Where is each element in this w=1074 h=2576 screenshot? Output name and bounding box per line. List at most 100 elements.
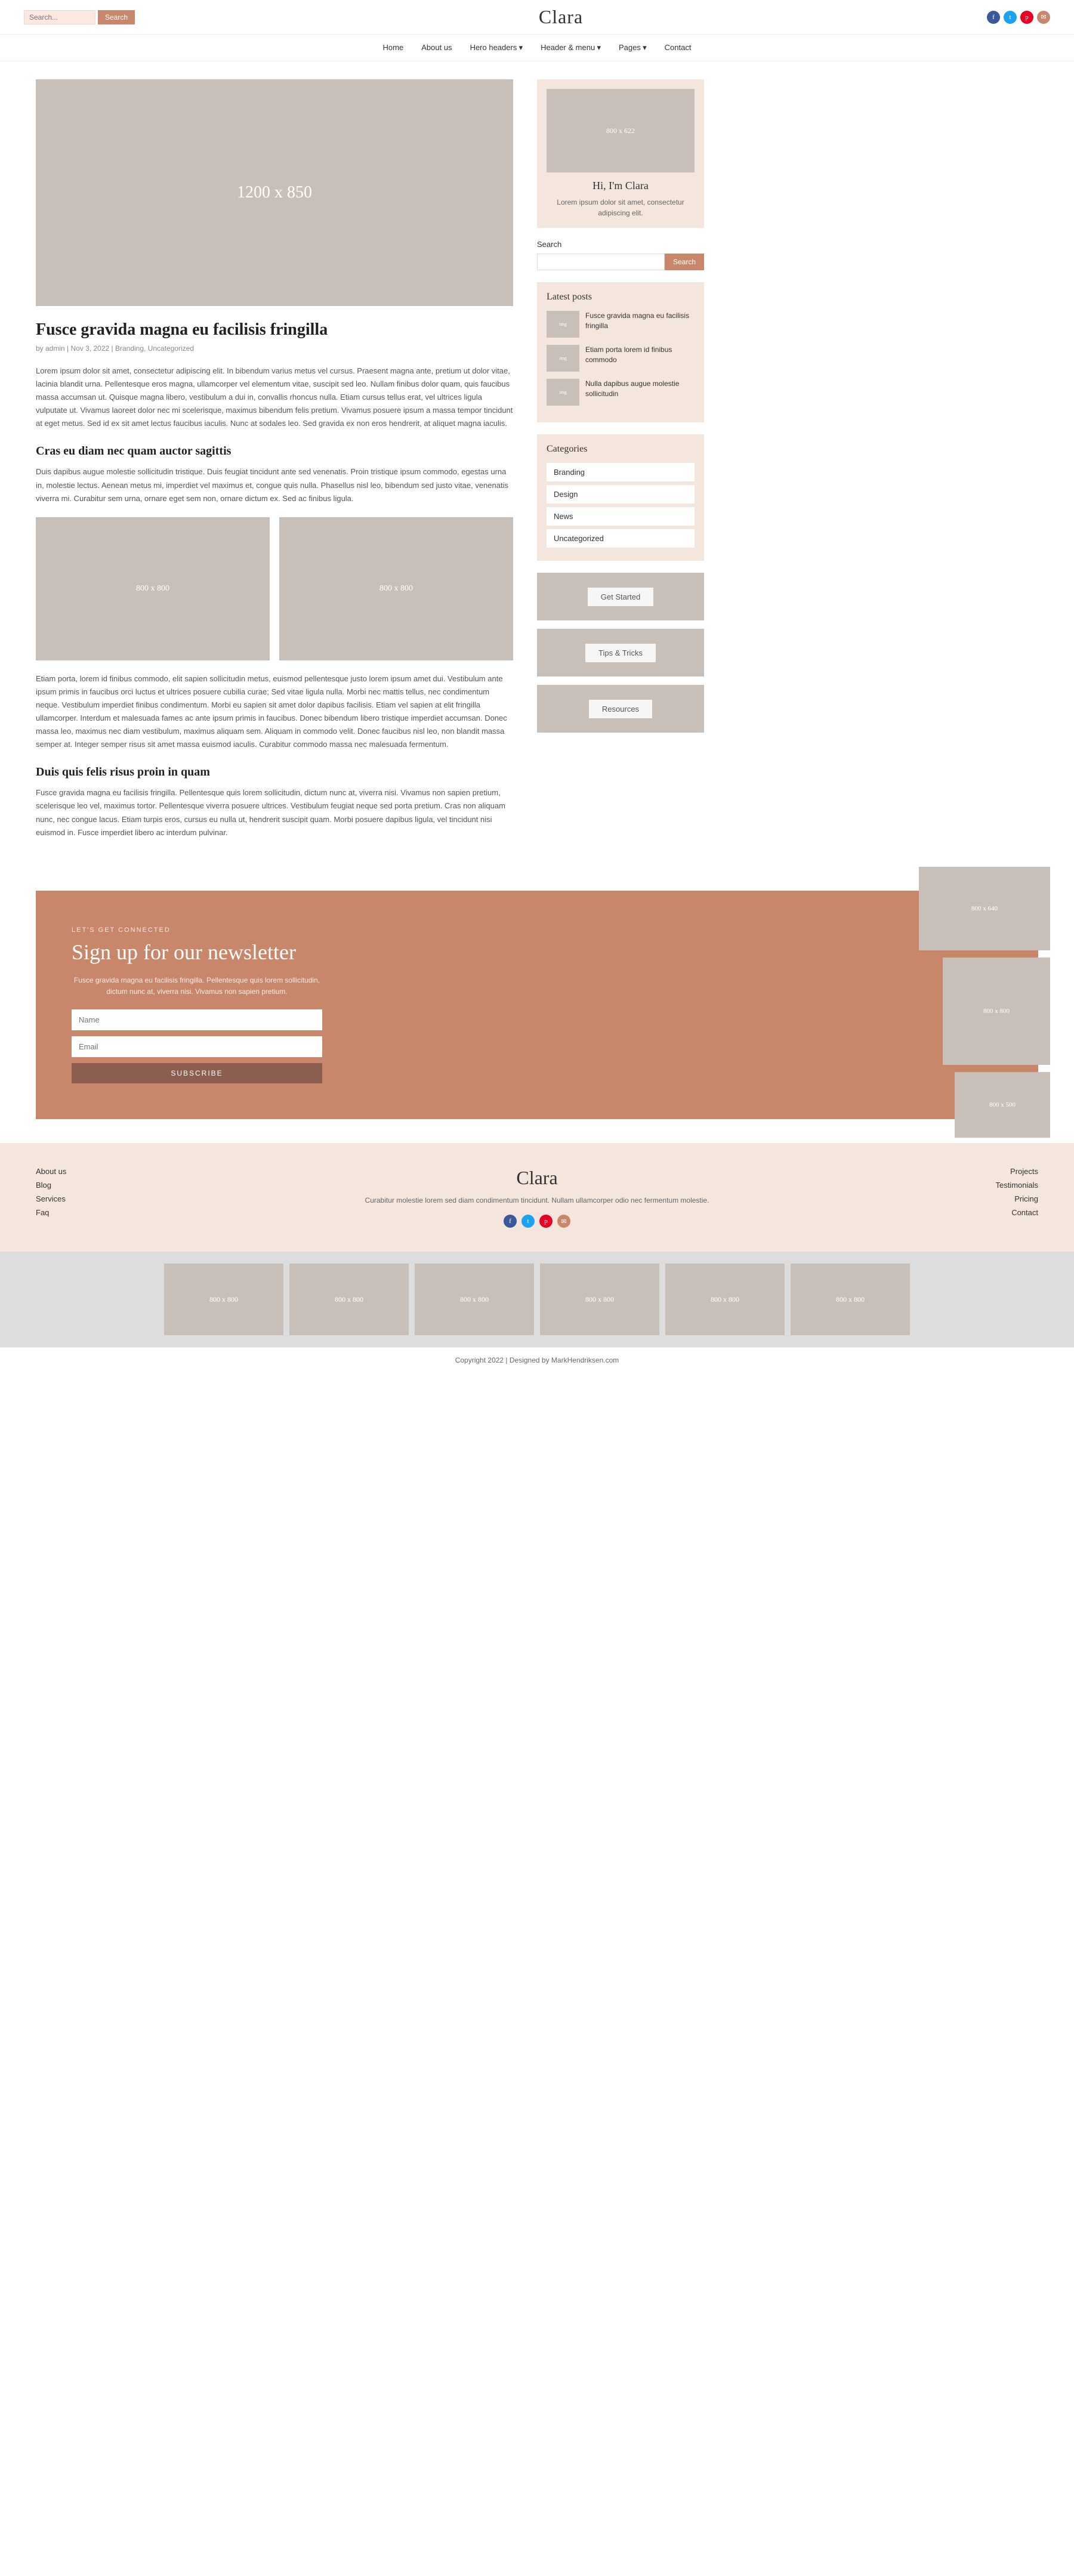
article-title: Fusce gravida magna eu facilisis fringil… bbox=[36, 320, 513, 339]
header-search-form: Search bbox=[24, 10, 135, 24]
post-thumb-1: img bbox=[547, 311, 579, 338]
facebook-icon[interactable]: f bbox=[987, 11, 1000, 24]
article-image-2: 800 x 800 bbox=[279, 517, 513, 660]
footer-email-icon[interactable]: ✉ bbox=[557, 1215, 570, 1228]
gallery-item-2: 800 x 800 bbox=[289, 1264, 409, 1335]
nav-about[interactable]: About us bbox=[421, 43, 452, 52]
main-content: 1200 x 850 Fusce gravida magna eu facili… bbox=[36, 79, 513, 849]
footer-social-icons: f t p ✉ bbox=[131, 1215, 943, 1228]
site-logo[interactable]: Clara bbox=[539, 6, 583, 28]
footer-right-links: Projects Testimonials Pricing Contact bbox=[967, 1167, 1038, 1222]
newsletter-submit-button[interactable]: SUBSCRIBE bbox=[72, 1063, 322, 1083]
article-images: 800 x 800 800 x 800 bbox=[36, 517, 513, 660]
pinterest-icon[interactable]: p bbox=[1020, 11, 1033, 24]
newsletter-desc: Fusce gravida magna eu facilisis fringil… bbox=[72, 975, 322, 997]
gallery-item-4: 800 x 800 bbox=[540, 1264, 659, 1335]
footer-left-links: About us Blog Services Faq bbox=[36, 1167, 107, 1222]
tips-tricks-button[interactable]: Tips & Tricks bbox=[585, 644, 656, 662]
footer-facebook-icon[interactable]: f bbox=[504, 1215, 517, 1228]
sidebar-cta-get-started: Get Started bbox=[537, 573, 704, 620]
get-started-button[interactable]: Get Started bbox=[588, 588, 653, 606]
article-para-4: Fusce gravida magna eu facilisis fringil… bbox=[36, 786, 513, 839]
footer-link-testimonials[interactable]: Testimonials bbox=[967, 1181, 1038, 1190]
category-design[interactable]: Design bbox=[547, 485, 695, 504]
footer-link-blog[interactable]: Blog bbox=[36, 1181, 107, 1190]
newsletter-image-3: 800 x 500 bbox=[955, 1072, 1050, 1138]
latest-posts-section: Latest posts img Fusce gravida magna eu … bbox=[537, 282, 704, 422]
newsletter-section: LET'S GET CONNECTED Sign up for our news… bbox=[36, 891, 1038, 1120]
article-para-2: Duis dapibus augue molestie sollicitudin… bbox=[36, 465, 513, 505]
article-body: Lorem ipsum dolor sit amet, consectetur … bbox=[36, 365, 513, 839]
footer-link-about[interactable]: About us bbox=[36, 1167, 107, 1176]
header-search-button[interactable]: Search bbox=[98, 10, 135, 24]
post-thumb-3: img bbox=[547, 379, 579, 406]
article-image-1: 800 x 800 bbox=[36, 517, 270, 660]
newsletter-email-input[interactable] bbox=[72, 1036, 322, 1057]
article-heading-2: Cras eu diam nec quam auctor sagittis bbox=[36, 444, 513, 458]
footer-link-contact[interactable]: Contact bbox=[967, 1208, 1038, 1217]
nav-hero-headers[interactable]: Hero headers ▾ bbox=[470, 43, 523, 52]
category-uncategorized[interactable]: Uncategorized bbox=[547, 529, 695, 548]
newsletter-tag: LET'S GET CONNECTED bbox=[72, 926, 322, 934]
gallery-item-3: 800 x 800 bbox=[415, 1264, 534, 1335]
sidebar-search-input[interactable] bbox=[537, 254, 665, 270]
footer-pinterest-icon[interactable]: p bbox=[539, 1215, 553, 1228]
article-para-3: Etiam porta, lorem id finibus commodo, e… bbox=[36, 672, 513, 752]
nav-header-menu[interactable]: Header & menu ▾ bbox=[541, 43, 601, 52]
post-title-2[interactable]: Etiam porta lorem id finibus commodo bbox=[585, 345, 695, 365]
latest-posts-title: Latest posts bbox=[547, 292, 695, 302]
hero-image: 1200 x 850 bbox=[36, 79, 513, 306]
newsletter-image-2: 800 x 800 bbox=[943, 957, 1050, 1065]
post-thumb-2: img bbox=[547, 345, 579, 372]
sidebar: 800 x 622 Hi, I'm Clara Lorem ipsum dolo… bbox=[537, 79, 704, 741]
profile-image: 800 x 622 bbox=[547, 89, 695, 172]
newsletter-wrapper: LET'S GET CONNECTED Sign up for our news… bbox=[36, 891, 1038, 1120]
footer-link-faq[interactable]: Faq bbox=[36, 1208, 107, 1217]
profile-description: Lorem ipsum dolor sit amet, consectetur … bbox=[547, 197, 695, 218]
footer-link-projects[interactable]: Projects bbox=[967, 1167, 1038, 1176]
content-area: 1200 x 850 Fusce gravida magna eu facili… bbox=[0, 61, 1074, 867]
copyright-text: Copyright 2022 | Designed by MarkHendrik… bbox=[455, 1356, 619, 1364]
twitter-icon[interactable]: t bbox=[1004, 11, 1017, 24]
header-search-input[interactable] bbox=[24, 10, 95, 24]
list-item: img Nulla dapibus augue molestie sollici… bbox=[547, 379, 695, 406]
footer-twitter-icon[interactable]: t bbox=[521, 1215, 535, 1228]
sidebar-search-button[interactable]: Search bbox=[665, 254, 704, 270]
sidebar-search: Search Search bbox=[537, 240, 704, 270]
article-meta: by admin | Nov 3, 2022 | Branding, Uncat… bbox=[36, 344, 513, 353]
nav-pages[interactable]: Pages ▾ bbox=[619, 43, 647, 52]
footer-center: Clara Curabitur molestie lorem sed diam … bbox=[131, 1167, 943, 1228]
list-item: img Etiam porta lorem id finibus commodo bbox=[547, 345, 695, 372]
copyright-bar: Copyright 2022 | Designed by MarkHendrik… bbox=[0, 1347, 1074, 1373]
article-para-1: Lorem ipsum dolor sit amet, consectetur … bbox=[36, 365, 513, 430]
nav-contact[interactable]: Contact bbox=[665, 43, 692, 52]
category-news[interactable]: News bbox=[547, 507, 695, 526]
main-navigation: Home About us Hero headers ▾ Header & me… bbox=[0, 35, 1074, 61]
post-title-1[interactable]: Fusce gravida magna eu facilisis fringil… bbox=[585, 311, 695, 331]
resources-button[interactable]: Resources bbox=[589, 700, 652, 718]
newsletter-title: Sign up for our newsletter bbox=[72, 940, 322, 965]
top-bar: Search Clara f t p ✉ bbox=[0, 0, 1074, 35]
footer: About us Blog Services Faq Clara Curabit… bbox=[0, 1143, 1074, 1252]
sidebar-cta-tips: Tips & Tricks bbox=[537, 629, 704, 677]
sidebar-search-label: Search bbox=[537, 240, 704, 249]
nav-home[interactable]: Home bbox=[383, 43, 404, 52]
category-branding[interactable]: Branding bbox=[547, 463, 695, 481]
profile-card: 800 x 622 Hi, I'm Clara Lorem ipsum dolo… bbox=[537, 79, 704, 228]
gallery-item-5: 800 x 800 bbox=[665, 1264, 785, 1335]
sidebar-cta-resources: Resources bbox=[537, 685, 704, 733]
article-heading-3: Duis quis felis risus proin in quam bbox=[36, 765, 513, 779]
footer-link-pricing[interactable]: Pricing bbox=[967, 1194, 1038, 1203]
newsletter-images: 800 x 640 800 x 800 800 x 500 bbox=[919, 867, 1050, 1138]
categories-title: Categories bbox=[547, 444, 695, 455]
newsletter-content: LET'S GET CONNECTED Sign up for our news… bbox=[72, 926, 322, 1084]
categories-section: Categories Branding Design News Uncatego… bbox=[537, 434, 704, 561]
newsletter-name-input[interactable] bbox=[72, 1009, 322, 1030]
footer-description: Curabitur molestie lorem sed diam condim… bbox=[131, 1195, 943, 1206]
gallery-item-6: 800 x 800 bbox=[791, 1264, 910, 1335]
newsletter-image-1: 800 x 640 bbox=[919, 867, 1050, 950]
email-icon[interactable]: ✉ bbox=[1037, 11, 1050, 24]
post-title-3[interactable]: Nulla dapibus augue molestie sollicitudi… bbox=[585, 379, 695, 399]
footer-link-services[interactable]: Services bbox=[36, 1194, 107, 1203]
bottom-gallery: 800 x 800 800 x 800 800 x 800 800 x 800 … bbox=[0, 1252, 1074, 1347]
